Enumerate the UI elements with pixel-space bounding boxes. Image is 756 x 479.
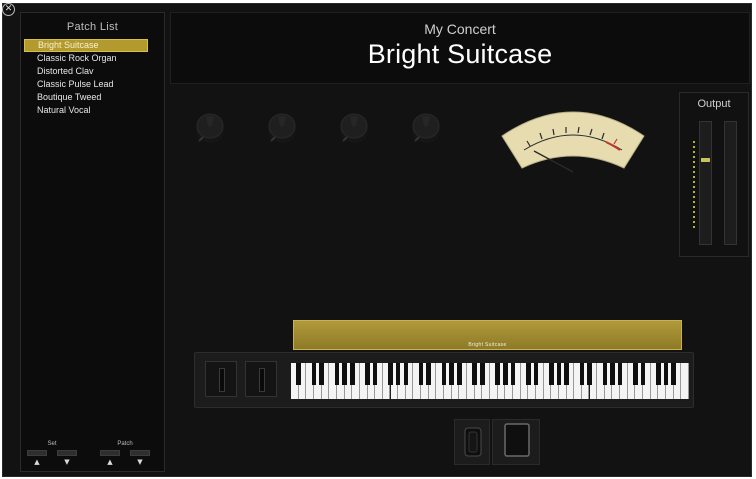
concert-header: My Concert Bright Suitcase: [170, 12, 750, 84]
black-key[interactable]: [579, 363, 585, 385]
black-key[interactable]: [640, 363, 646, 385]
black-key[interactable]: [548, 363, 554, 385]
black-key[interactable]: [426, 363, 432, 385]
black-key[interactable]: [602, 363, 608, 385]
output-panel: Output: [679, 92, 749, 257]
black-key[interactable]: [510, 363, 516, 385]
level-meter-ticks: [693, 141, 695, 231]
set-label: Set: [47, 441, 57, 447]
black-key[interactable]: [334, 363, 340, 385]
fader-handle[interactable]: [701, 158, 710, 162]
vu-meter: [496, 106, 650, 178]
patch-list: Bright Suitcase Classic Rock Organ Disto…: [21, 39, 164, 117]
patch-list-panel: Patch List Bright Suitcase Classic Rock …: [20, 12, 165, 472]
arrow-up-icon: ▲: [107, 458, 113, 466]
black-key[interactable]: [533, 363, 539, 385]
black-key[interactable]: [342, 363, 347, 385]
black-key[interactable]: [403, 363, 409, 385]
black-key[interactable]: [525, 363, 531, 385]
black-key[interactable]: [365, 363, 370, 385]
patch-list-title: Patch List: [66, 21, 119, 33]
black-key[interactable]: [503, 363, 508, 385]
previous-patch-button[interactable]: ▲: [100, 450, 120, 466]
previous-set-button[interactable]: ▲: [27, 450, 47, 466]
next-patch-button[interactable]: ▼: [130, 450, 150, 466]
black-key[interactable]: [319, 363, 324, 385]
black-key[interactable]: [457, 363, 462, 385]
patch-item-boutique-tweed[interactable]: Boutique Tweed: [24, 91, 148, 104]
piano-keyboard[interactable]: [291, 363, 689, 399]
black-key[interactable]: [617, 363, 623, 385]
black-key[interactable]: [656, 363, 661, 385]
arrow-up-icon: ▲: [34, 458, 40, 466]
sustain-pedal[interactable]: [492, 419, 540, 465]
black-key[interactable]: [495, 363, 500, 385]
black-key[interactable]: [472, 363, 477, 385]
black-key[interactable]: [388, 363, 393, 385]
black-key[interactable]: [633, 363, 638, 385]
concert-name: My Concert: [424, 21, 496, 37]
patch-item-bright-suitcase[interactable]: Bright Suitcase: [24, 39, 148, 52]
black-key[interactable]: [564, 363, 569, 385]
knob-1[interactable]: [192, 108, 228, 148]
expression-pedal[interactable]: [454, 419, 490, 465]
black-key[interactable]: [349, 363, 355, 385]
patch-navigation: Patch ▲ ▼: [100, 441, 150, 466]
patch-nav-label: Patch: [117, 441, 133, 447]
knob-3[interactable]: [336, 108, 372, 148]
instrument-name-bar: Bright Suitcase: [293, 320, 682, 350]
patch-item-natural-vocal[interactable]: Natural Vocal: [24, 104, 148, 117]
black-key[interactable]: [296, 363, 301, 385]
patch-item-classic-rock-organ[interactable]: Classic Rock Organ: [24, 52, 148, 65]
patch-item-distorted-clav[interactable]: Distorted Clav: [24, 65, 148, 78]
black-key[interactable]: [449, 363, 454, 385]
current-patch-name: Bright Suitcase: [367, 39, 553, 69]
black-key[interactable]: [610, 363, 615, 385]
next-set-button[interactable]: ▼: [57, 450, 77, 466]
level-meter-right: [724, 121, 737, 245]
patch-item-classic-pulse-lead[interactable]: Classic Pulse Lead: [24, 78, 148, 91]
black-key[interactable]: [587, 363, 592, 385]
set-navigation: Set ▲ ▼: [27, 441, 77, 466]
knob-4[interactable]: [408, 108, 444, 148]
instrument-name: Bright Suitcase: [468, 342, 507, 348]
black-key[interactable]: [441, 363, 447, 385]
white-key[interactable]: [681, 363, 689, 399]
keyboard-controller: [194, 352, 694, 408]
arrow-down-icon: ▼: [64, 458, 70, 466]
output-title: Output: [697, 98, 731, 110]
black-key[interactable]: [395, 363, 401, 385]
pitch-bend-wheel[interactable]: [205, 361, 237, 397]
modulation-wheel[interactable]: [245, 361, 277, 397]
black-key[interactable]: [663, 363, 669, 385]
knob-2[interactable]: [264, 108, 300, 148]
black-key[interactable]: [372, 363, 378, 385]
black-key[interactable]: [311, 363, 317, 385]
black-key[interactable]: [671, 363, 676, 385]
black-key[interactable]: [480, 363, 485, 385]
black-key[interactable]: [556, 363, 562, 385]
level-meter-left: [699, 121, 712, 245]
close-icon[interactable]: ✕: [2, 3, 15, 16]
black-key[interactable]: [418, 363, 424, 385]
arrow-down-icon: ▼: [137, 458, 143, 466]
